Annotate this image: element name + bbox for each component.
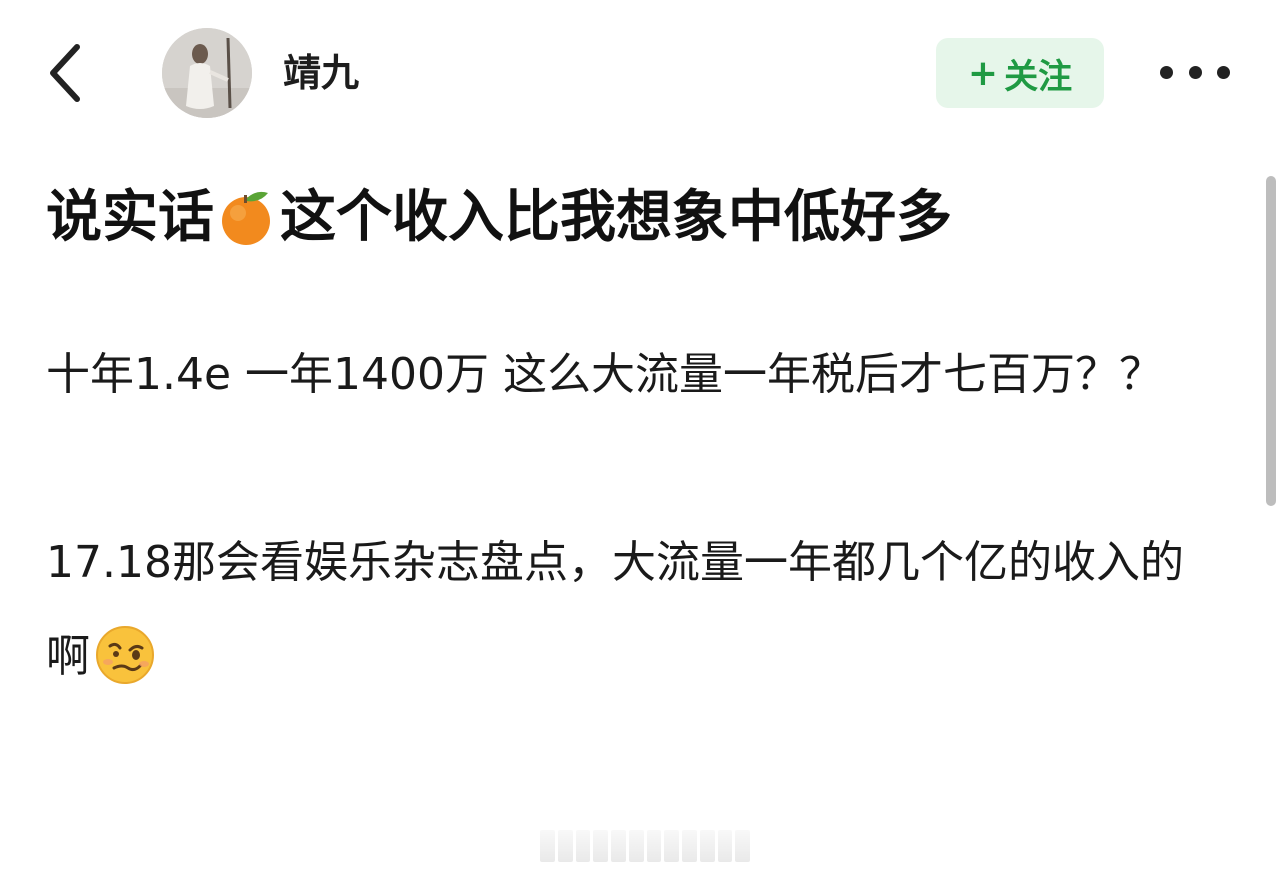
chevron-left-icon [50,44,80,102]
more-dot-icon [1160,65,1173,79]
post-paragraph: 17.18那会看娱乐杂志盘点，大流量一年都几个亿的收入的啊 [46,516,1226,704]
plus-icon: + [967,52,999,94]
follow-label: 关注 [1004,56,1073,97]
post-paragraph: 十年1.4e 一年1400万 这么大流量一年税后才七百万？？ [46,349,1163,400]
avatar[interactable] [162,28,252,118]
more-options-button[interactable] [1160,52,1230,92]
more-dot-icon [1217,65,1230,79]
post-title: 说实话 这个收入比我想象中低好多 [46,178,1226,258]
post-title-part2: 这个收入比我想象中低好多 [280,185,952,250]
back-button[interactable] [40,38,90,108]
username[interactable]: 靖九 [283,48,359,98]
follow-button[interactable]: + 关注 [936,38,1104,108]
post-detail-page: 靖九 + 关注 说实话 这个收入比我想象中低好多 十年1.4e 一年1400万 … [0,0,1284,878]
more-dot-icon [1188,65,1202,79]
woozy-face-icon [96,626,154,684]
scrollbar[interactable] [1266,176,1276,506]
post-title-part1: 说实话 [46,185,214,250]
post-paragraph-text: 17.18那会看娱乐杂志盘点，大流量一年都几个亿的收入的啊 [46,537,1184,682]
post-body: 十年1.4e 一年1400万 这么大流量一年税后才七百万？？ 17.18那会看娱… [46,328,1226,704]
watermark [540,830,750,862]
avatar-photo [162,28,252,118]
tangerine-icon [222,191,270,245]
